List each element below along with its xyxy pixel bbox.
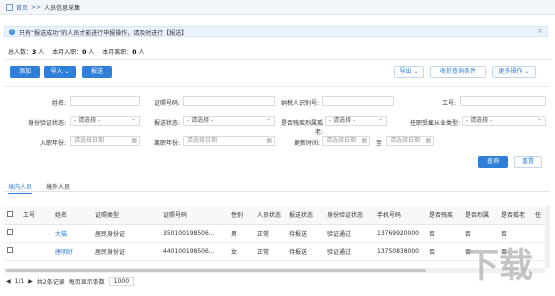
verify-select[interactable]: - 请选择 - <box>70 115 140 126</box>
next-page-icon[interactable]: ▶ <box>28 278 33 285</box>
export-button[interactable]: 导出 ⌄ <box>394 66 424 78</box>
updated-to-label: 至 <box>375 140 382 147</box>
horizontal-scrollbar-thumb[interactable] <box>6 269 426 272</box>
tab-domestic[interactable]: 境内人员 <box>8 182 33 194</box>
tab-foreign[interactable]: 境外人员 <box>46 182 70 191</box>
emptype-label: 任职受雇从业类型: <box>409 120 460 127</box>
name-input[interactable] <box>70 96 140 106</box>
updated-from-picker[interactable]: 请选择日期 <box>322 136 370 146</box>
breadcrumb-home[interactable]: 首页 <box>16 3 28 12</box>
leavedate-picker[interactable]: 请选择日期 <box>183 136 275 146</box>
person-name-link[interactable]: 唐明好 <box>52 242 92 261</box>
taxid-label: 纳税人识别号: <box>280 100 319 107</box>
query-button[interactable]: 查询 <box>478 156 508 168</box>
col-status: 人员状态 <box>254 206 286 225</box>
col-martyr: 是否烈属 <box>462 206 498 225</box>
vertical-scrollbar[interactable] <box>545 206 550 268</box>
updated-to-picker[interactable]: 请选择日期 <box>386 136 434 146</box>
divider <box>4 59 550 60</box>
person-name-link[interactable]: 大猫 <box>52 224 92 243</box>
empno-label: 工号: <box>441 100 456 107</box>
leavedate-label: 离职年份: <box>153 140 180 147</box>
name-label: 姓名: <box>51 100 66 107</box>
chevron-down-icon: ⌄ <box>64 68 70 75</box>
row-checkbox[interactable] <box>7 229 13 235</box>
emptype-select[interactable]: - 请选择 - <box>462 115 546 126</box>
close-icon[interactable]: × <box>537 27 543 35</box>
updated-label: 更新时间: <box>293 140 320 147</box>
per-page-label: 每页显示条数 <box>68 279 105 286</box>
breadcrumb-separator: >> <box>31 4 42 11</box>
col-verify: 身份验证状态 <box>324 206 374 225</box>
home-icon[interactable] <box>6 4 13 11</box>
col-empno: 工号 <box>20 206 52 225</box>
chevron-down-icon: ⌄ <box>413 68 419 75</box>
disabled-label: 是否残疾烈属孤老: <box>280 120 323 136</box>
per-page-input[interactable]: 1000 <box>108 277 135 286</box>
stats-bar: 总人数：3 人 本月入职：0 人 本月离职：0 人 <box>8 47 144 56</box>
col-elderly: 是否孤老 <box>498 206 532 225</box>
empno-input[interactable] <box>460 96 546 106</box>
watermark-logo: 下载 <box>465 246 533 286</box>
divider <box>4 86 550 87</box>
select-all-checkbox[interactable] <box>7 210 13 217</box>
col-idtype: 证照类型 <box>92 206 160 225</box>
pagination: ◀ 1/1 ▶ 共2条记录 每页显示条数 1000 <box>6 277 135 286</box>
info-icon: ! <box>9 29 15 35</box>
report-select[interactable]: - 请选择 - <box>183 115 275 126</box>
idno-label: 证照号码: <box>153 100 180 107</box>
notice-text: 只有“报送成功”的人员才能进行申报操作，请及时进行【报送】 <box>19 30 188 37</box>
reset-button[interactable]: 重置 <box>514 156 542 168</box>
idno-input[interactable] <box>183 96 275 106</box>
collapse-filter-button[interactable]: 收折查询条件 <box>430 66 486 78</box>
col-name: 姓名 <box>52 206 92 225</box>
tab-bar: 境内人员 境外人员 <box>4 182 550 194</box>
breadcrumb-current: 人员信息采集 <box>44 5 81 12</box>
row-checkbox[interactable] <box>7 247 13 253</box>
more-actions-button[interactable]: 更多操作 ⌄ <box>492 66 536 78</box>
taxid-input[interactable] <box>322 96 394 106</box>
disabled-select[interactable]: - 请选择 - <box>325 115 387 126</box>
submit-button[interactable]: 报送 <box>82 66 112 78</box>
top-bar: 首页 >> 人员信息采集 <box>0 0 555 15</box>
prev-page-icon[interactable]: ◀ <box>6 278 11 285</box>
chevron-down-icon: ⌄ <box>524 68 530 75</box>
import-button[interactable]: 导入 ⌄ <box>44 66 76 78</box>
joindate-label: 入职年份: <box>39 140 66 147</box>
col-phone: 手机号码 <box>374 206 426 225</box>
stat-total: 总人数：3 人 <box>8 49 45 56</box>
breadcrumb: 首页 >> 人员信息采集 <box>6 3 80 12</box>
stat-leave: 本月离职：0 人 <box>102 49 145 56</box>
report-label: 报送状态: <box>153 120 180 127</box>
add-button[interactable]: 添加 <box>10 66 40 78</box>
col-gender: 性别 <box>228 206 254 225</box>
col-idno: 证照号码 <box>160 206 228 225</box>
col-disabled: 是否残疾 <box>426 206 462 225</box>
stat-join: 本月入职：0 人 <box>52 49 95 56</box>
notice-banner: ! 只有“报送成功”的人员才能进行申报操作，请及时进行【报送】 × <box>4 26 548 37</box>
page-indicator: 1/1 <box>14 278 25 285</box>
verify-label: 身份验证状态: <box>27 120 66 127</box>
record-count: 共2条记录 <box>36 279 65 286</box>
table-header: 工号 姓名 证照类型 证照号码 性别 人员状态 报送状态 身份验证状态 手机号码… <box>4 206 550 225</box>
joindate-picker[interactable]: 请选择日期 <box>70 136 140 146</box>
col-report: 报送状态 <box>286 206 324 225</box>
